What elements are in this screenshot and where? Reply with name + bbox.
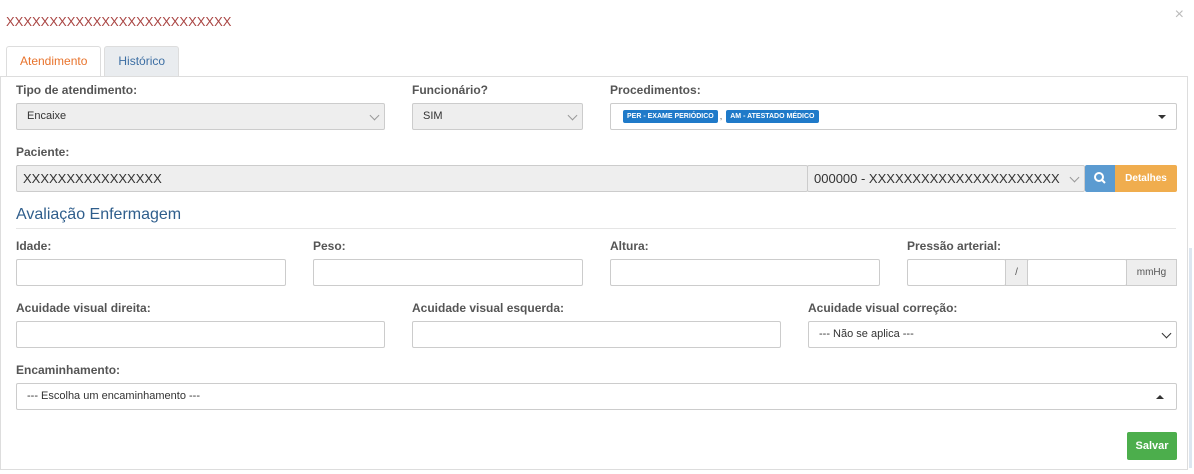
pressao-label: Pressão arterial: (907, 239, 1002, 253)
chevron-down-icon (1161, 328, 1172, 339)
acuidade-correcao-value: --- Não se aplica --- (819, 328, 914, 340)
funcionario-value: SIM (423, 110, 443, 122)
caret-down-icon (1158, 115, 1166, 119)
peso-label: Peso: (313, 239, 346, 253)
acuidade-esquerda-label: Acuidade visual esquerda: (412, 301, 565, 315)
encaminhamento-select[interactable]: --- Escolha um encaminhamento --- (16, 383, 1177, 410)
peso-input[interactable] (313, 259, 583, 286)
caret-up-icon (1156, 395, 1164, 399)
save-button[interactable]: Salvar (1127, 432, 1177, 460)
close-icon[interactable]: × (1175, 6, 1184, 24)
altura-label: Altura: (610, 239, 649, 253)
chevron-down-icon (567, 110, 578, 121)
search-icon (1094, 172, 1106, 184)
tab-atendimento[interactable]: Atendimento (6, 46, 102, 77)
details-button[interactable]: Detalhes (1115, 165, 1177, 192)
acuidade-correcao-label: Acuidade visual correção: (808, 301, 958, 315)
pressao-unit: mmHg (1126, 259, 1177, 286)
tag-per[interactable]: PER - EXAME PERIÓDICO (623, 109, 718, 123)
paciente-name-input[interactable]: XXXXXXXXXXXXXXXX (16, 165, 808, 192)
procedimentos-label: Procedimentos: (610, 83, 701, 97)
tipo-atendimento-select[interactable]: Encaixe (16, 103, 385, 130)
section-title: Avaliação Enfermagem (16, 206, 182, 223)
procedimentos-multiselect[interactable]: PER - EXAME PERIÓDICO, AM - ATESTADO MÉDI… (610, 103, 1177, 130)
chevron-down-icon (369, 110, 380, 121)
encaminhamento-label: Encaminhamento: (16, 363, 121, 377)
altura-input[interactable] (610, 259, 880, 286)
pressao-sistolica-input[interactable] (907, 259, 1006, 286)
funcionario-label: Funcionário? (412, 83, 488, 97)
acuidade-correcao-select[interactable]: --- Não se aplica --- (808, 321, 1177, 348)
tag-separator: , (719, 111, 723, 121)
paciente-select[interactable]: 000000 - XXXXXXXXXXXXXXXXXXXXXX (807, 165, 1085, 192)
funcionario-select[interactable]: SIM (412, 103, 583, 130)
modal-title: XXXXXXXXXXXXXXXXXXXXXXXXXX (6, 14, 232, 29)
encaminhamento-value: --- Escolha um encaminhamento --- (27, 390, 201, 402)
idade-input[interactable] (16, 259, 286, 286)
tab-bar: Atendimento Histórico (6, 46, 182, 77)
search-button[interactable] (1085, 165, 1115, 192)
tab-historico[interactable]: Histórico (104, 46, 180, 77)
pressao-separator: / (1005, 259, 1028, 286)
tipo-atendimento-label: Tipo de atendimento: (16, 83, 138, 97)
chevron-down-icon (1069, 172, 1080, 183)
acuidade-direita-input[interactable] (16, 321, 385, 348)
section-divider (16, 228, 1176, 229)
scrollbar[interactable] (1189, 248, 1192, 468)
pressao-diastolica-input[interactable] (1027, 259, 1127, 286)
acuidade-esquerda-input[interactable] (412, 321, 781, 348)
acuidade-direita-label: Acuidade visual direita: (16, 301, 151, 315)
tipo-atendimento-value: Encaixe (27, 110, 67, 122)
paciente-selected-value: 000000 - XXXXXXXXXXXXXXXXXXXXXX (814, 171, 1060, 186)
modal-dialog: XXXXXXXXXXXXXXXXXXXXXXXXXX × Atendimento… (0, 0, 1194, 474)
idade-label: Idade: (16, 239, 52, 253)
tag-am[interactable]: AM - ATESTADO MÉDICO (726, 109, 819, 123)
paciente-label: Paciente: (16, 145, 70, 159)
